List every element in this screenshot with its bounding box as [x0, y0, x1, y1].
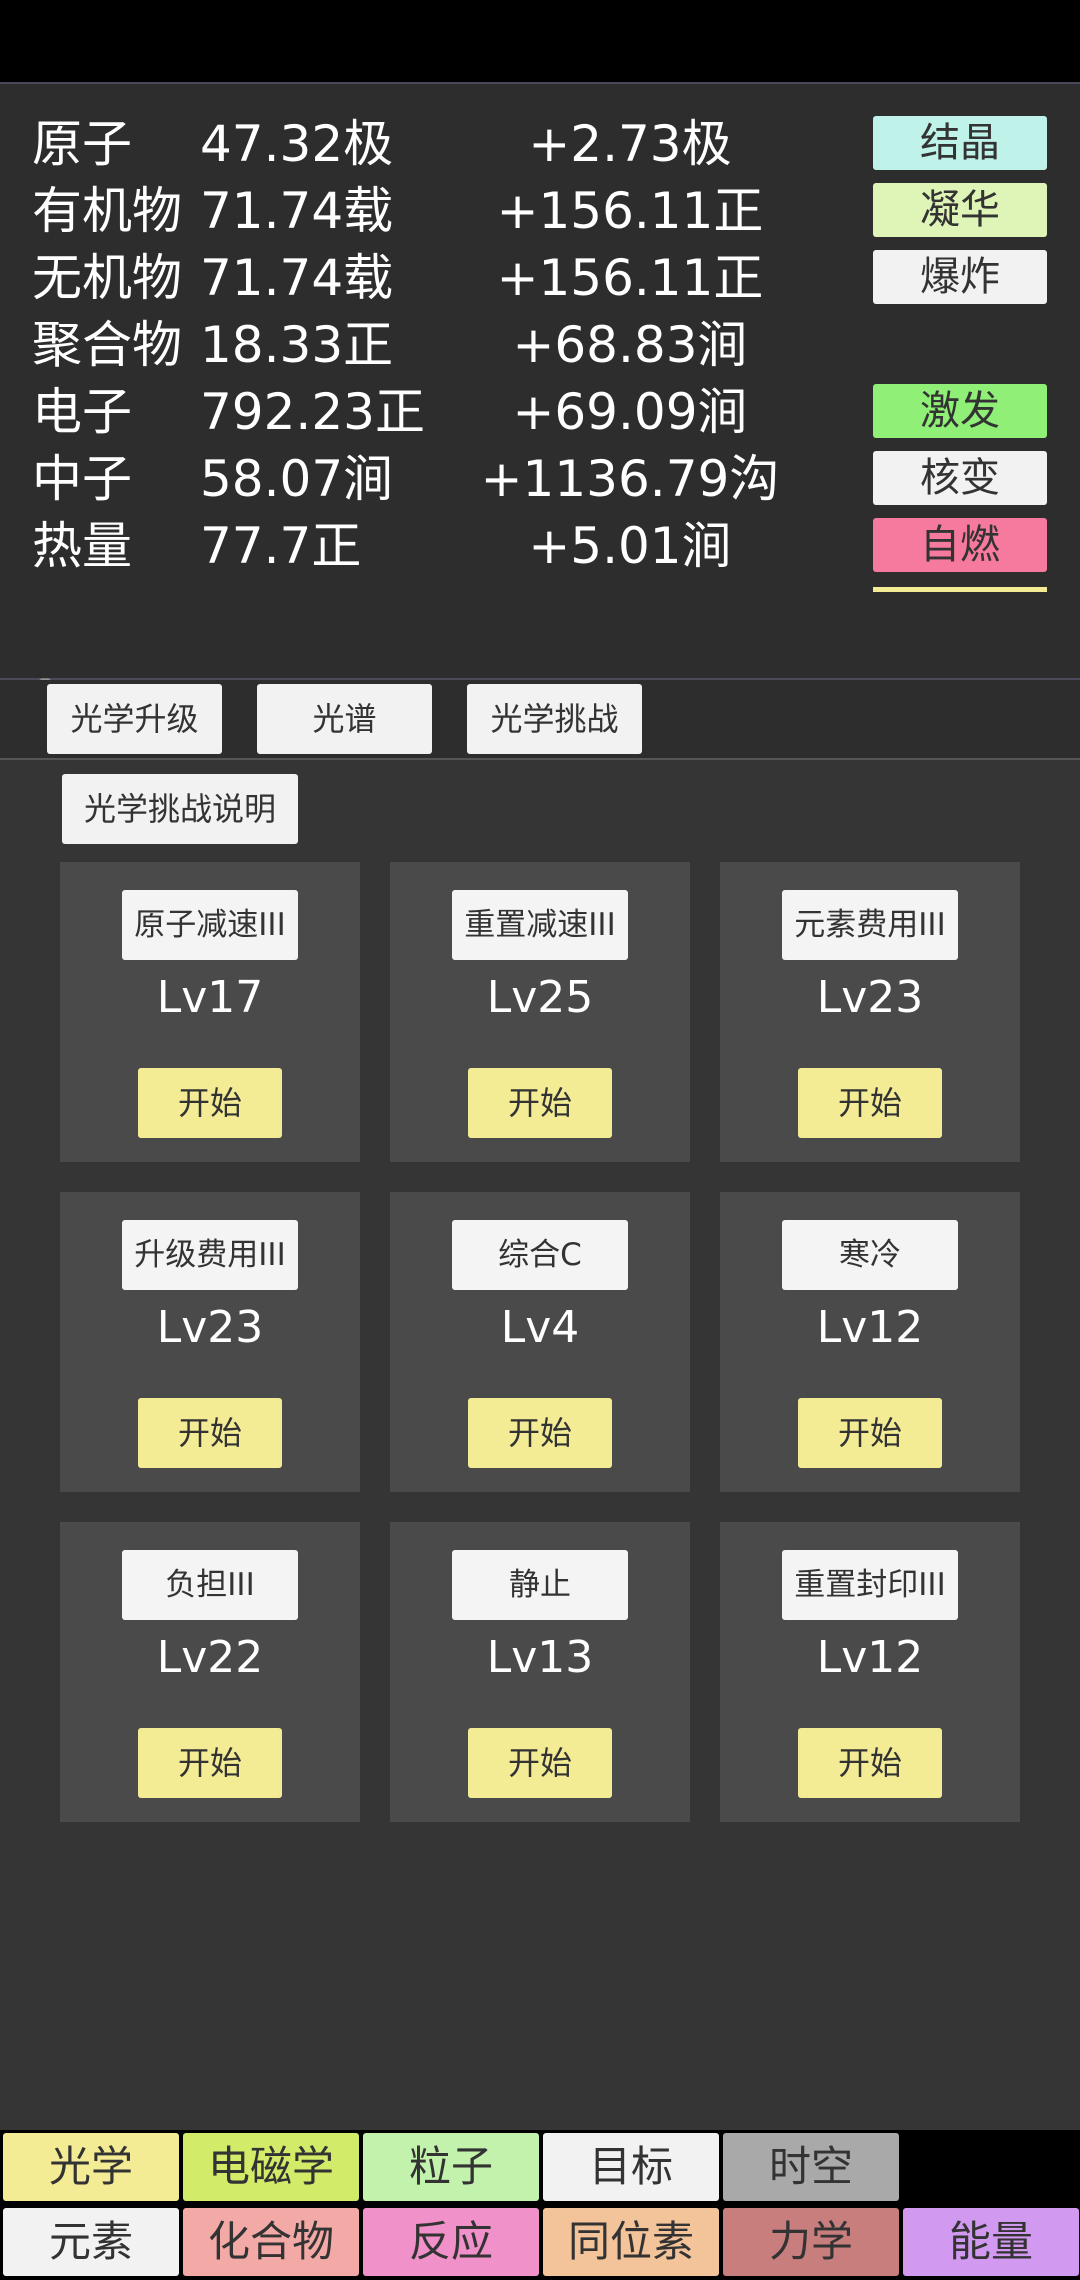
resource-amount: 47.32极	[200, 115, 394, 173]
challenge-name[interactable]: 原子减速III	[122, 890, 298, 960]
resource-amount: 71.74载	[200, 249, 394, 307]
resource-amount: 71.74载	[200, 182, 394, 240]
nav-particle[interactable]: 粒子	[363, 2133, 539, 2201]
challenge-level: Lv23	[156, 1302, 264, 1353]
challenge-card: 静止 Lv13 开始	[390, 1522, 690, 1822]
resource-rate: +2.73极	[528, 115, 732, 173]
challenge-info-button[interactable]: 光学挑战说明	[62, 774, 298, 844]
resource-rate: +69.09涧	[512, 383, 748, 441]
challenge-name[interactable]: 重置减速III	[452, 890, 628, 960]
nav-electromagnetism[interactable]: 电磁学	[183, 2133, 359, 2201]
challenge-card: 综合C Lv4 开始	[390, 1192, 690, 1492]
tab-optics-challenge[interactable]: 光学挑战	[467, 684, 642, 754]
fission-button[interactable]: 核变	[873, 451, 1047, 505]
challenge-card: 重置封印III Lv12 开始	[720, 1522, 1020, 1822]
start-button[interactable]: 开始	[468, 1728, 612, 1798]
start-button[interactable]: 开始	[138, 1068, 282, 1138]
challenge-card: 寒冷 Lv12 开始	[720, 1192, 1020, 1492]
resource-row-heat: 热量 77.7正 +5.01涧	[0, 513, 860, 579]
resource-rate: +1136.79沟	[480, 450, 780, 508]
nav-goal[interactable]: 目标	[543, 2133, 719, 2201]
nav-mechanics[interactable]: 力学	[723, 2208, 899, 2276]
nav-optics[interactable]: 光学	[3, 2133, 179, 2201]
start-button[interactable]: 开始	[468, 1068, 612, 1138]
resource-row-neutron: 中子 58.07涧 +1136.79沟	[0, 446, 860, 512]
nav-reaction[interactable]: 反应	[363, 2208, 539, 2276]
resource-row-polymer: 聚合物 18.33正 +68.83涧	[0, 312, 860, 378]
challenge-name[interactable]: 综合C	[452, 1220, 628, 1290]
start-button[interactable]: 开始	[138, 1398, 282, 1468]
challenge-card: 负担III Lv22 开始	[60, 1522, 360, 1822]
challenge-name[interactable]: 元素费用III	[782, 890, 958, 960]
resource-panel: 原子 47.32极 +2.73极 有机物 71.74载 +156.11正 无机物…	[0, 82, 1080, 744]
explode-button[interactable]: 爆炸	[873, 250, 1047, 304]
resource-rate: +156.11正	[496, 249, 764, 307]
challenge-level: Lv25	[486, 972, 594, 1023]
bottom-nav: 光学 电磁学 粒子 目标 时空 元素 化合物 反应 同位素 力学 能量	[0, 2130, 1080, 2280]
combust-button[interactable]: 自燃	[873, 518, 1047, 572]
crystallize-button[interactable]: 结晶	[873, 116, 1047, 170]
tab-spectrum[interactable]: 光谱	[257, 684, 432, 754]
challenge-level: Lv17	[156, 972, 264, 1023]
challenge-name[interactable]: 寒冷	[782, 1220, 958, 1290]
challenge-level: Lv23	[816, 972, 924, 1023]
tab-optics-upgrade[interactable]: 光学升级	[47, 684, 222, 754]
resource-amount: 58.07涧	[200, 450, 394, 508]
resource-name: 原子	[32, 115, 132, 173]
challenge-level: Lv4	[500, 1302, 580, 1353]
resource-amount: 792.23正	[200, 383, 425, 441]
start-button[interactable]: 开始	[468, 1398, 612, 1468]
challenge-name[interactable]: 升级费用III	[122, 1220, 298, 1290]
start-button[interactable]: 开始	[138, 1728, 282, 1798]
challenge-panel: 光学挑战说明 原子减速III Lv17 开始 重置减速III Lv25 开始 元…	[0, 760, 1080, 2130]
challenge-card: 升级费用III Lv23 开始	[60, 1192, 360, 1492]
resource-rate: +5.01涧	[528, 517, 732, 575]
start-button[interactable]: 开始	[798, 1068, 942, 1138]
resource-amount: 77.7正	[200, 517, 362, 575]
resource-row-atom: 原子 47.32极 +2.73极	[0, 111, 860, 177]
challenge-name[interactable]: 静止	[452, 1550, 628, 1620]
resource-name: 有机物	[32, 182, 182, 240]
resource-row-inorganic: 无机物 71.74载 +156.11正	[0, 245, 860, 311]
start-button[interactable]: 开始	[798, 1728, 942, 1798]
resource-name: 中子	[32, 450, 132, 508]
challenge-level: Lv13	[486, 1632, 594, 1683]
challenge-name[interactable]: 重置封印III	[782, 1550, 958, 1620]
resource-rate: +68.83涧	[512, 316, 748, 374]
scroll-hint-strip	[873, 587, 1047, 592]
sublimate-button[interactable]: 凝华	[873, 183, 1047, 237]
challenge-level: Lv12	[816, 1632, 924, 1683]
resource-name: 热量	[32, 517, 132, 575]
resource-row-organic: 有机物 71.74载 +156.11正	[0, 178, 860, 244]
resource-row-electron: 电子 792.23正 +69.09涧	[0, 379, 860, 445]
challenge-card: 重置减速III Lv25 开始	[390, 862, 690, 1162]
nav-energy[interactable]: 能量	[903, 2208, 1079, 2276]
challenge-name[interactable]: 负担III	[122, 1550, 298, 1620]
nav-compound[interactable]: 化合物	[183, 2208, 359, 2276]
challenge-card: 原子减速III Lv17 开始	[60, 862, 360, 1162]
resource-rate: +156.11正	[496, 182, 764, 240]
resource-name: 电子	[32, 383, 132, 441]
nav-spacetime[interactable]: 时空	[723, 2133, 899, 2201]
subtab-bar: 光学升级 光谱 光学挑战	[0, 680, 1080, 760]
resource-amount: 18.33正	[200, 316, 394, 374]
resource-name: 无机物	[32, 249, 182, 307]
challenge-level: Lv12	[816, 1302, 924, 1353]
nav-element[interactable]: 元素	[3, 2208, 179, 2276]
challenge-level: Lv22	[156, 1632, 264, 1683]
nav-isotope[interactable]: 同位素	[543, 2208, 719, 2276]
start-button[interactable]: 开始	[798, 1398, 942, 1468]
resource-name: 聚合物	[32, 316, 182, 374]
excite-button[interactable]: 激发	[873, 384, 1047, 438]
challenge-card: 元素费用III Lv23 开始	[720, 862, 1020, 1162]
